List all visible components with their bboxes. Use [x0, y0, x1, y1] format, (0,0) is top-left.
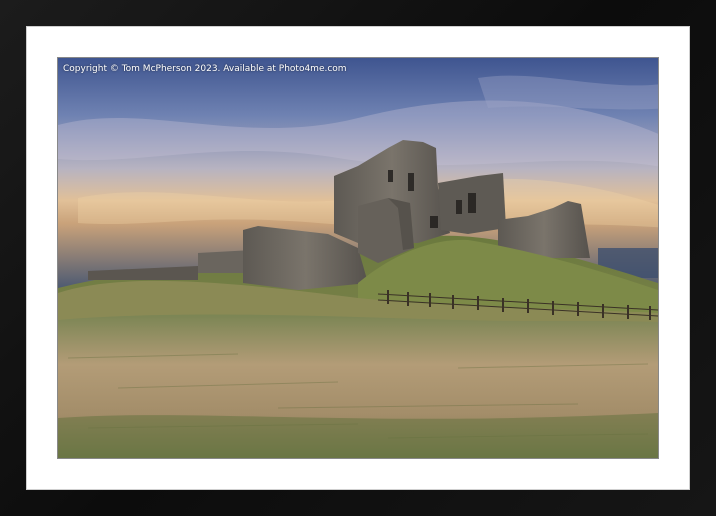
photo: Copyright © Tom McPherson 2023. Availabl… [58, 58, 658, 458]
copyright-watermark: Copyright © Tom McPherson 2023. Availabl… [63, 64, 347, 74]
castle-landscape-image [58, 58, 658, 458]
